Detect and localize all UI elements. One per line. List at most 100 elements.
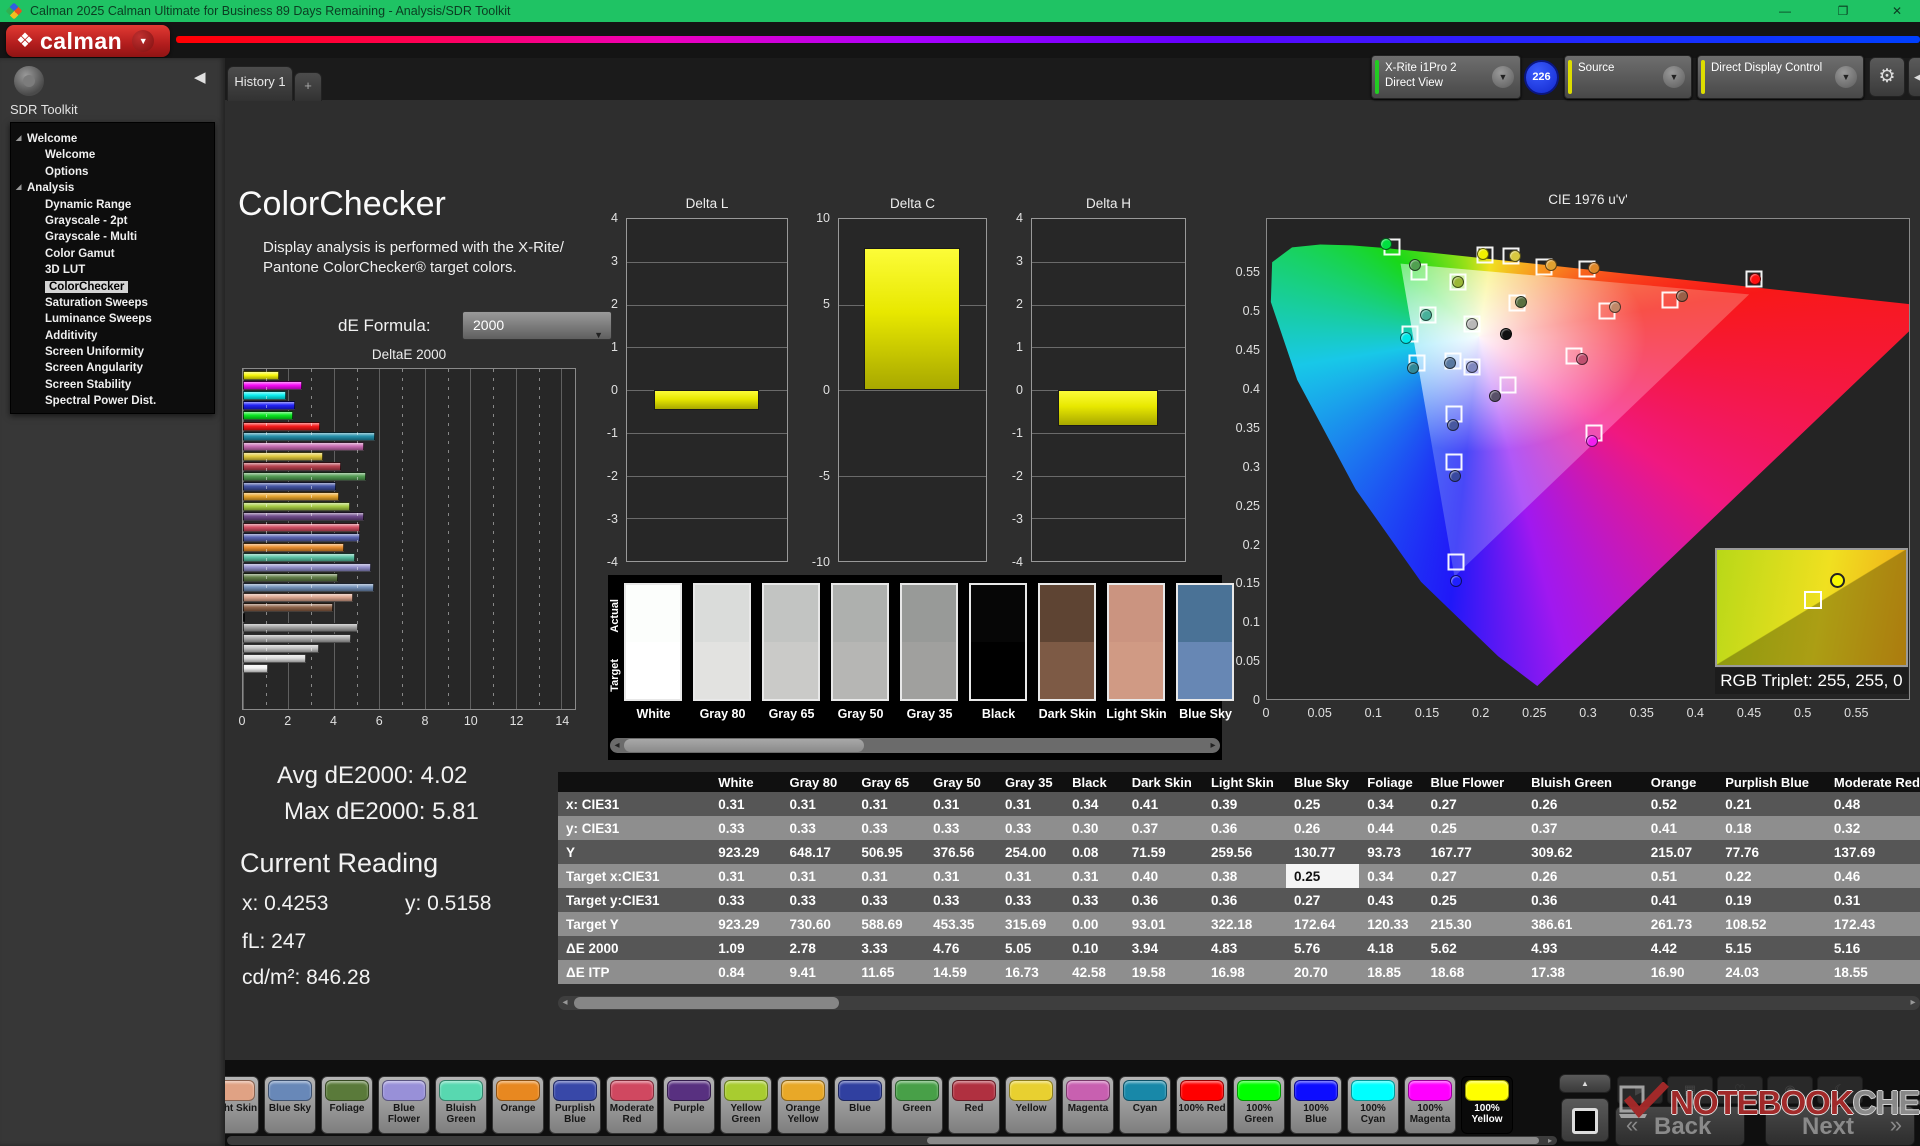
- swatch-black[interactable]: [969, 583, 1027, 701]
- cell-y-gray-35[interactable]: 254.00: [996, 840, 1065, 864]
- swatch-gray-50[interactable]: [831, 583, 889, 701]
- collapse-panel-button[interactable]: ◀: [1908, 57, 1920, 97]
- cell-x-cie31-bluish-green[interactable]: 0.26: [1523, 792, 1643, 816]
- cell-y-cie31-purplish-blue[interactable]: 0.18: [1717, 816, 1826, 840]
- logo-menu-chevron-icon[interactable]: ▼: [132, 30, 155, 52]
- sidebar-item-3d-lut[interactable]: 3D LUT: [11, 262, 214, 278]
- col-header-orange[interactable]: Orange: [1642, 772, 1718, 792]
- swatch-gray-80[interactable]: [693, 583, 751, 701]
- cell-target-x-cie31-gray-35[interactable]: 0.31: [996, 864, 1065, 888]
- swatch-gray-35[interactable]: [900, 583, 958, 701]
- patch-button-purple[interactable]: Purple: [663, 1076, 715, 1134]
- cell-y-bluish-green[interactable]: 309.62: [1523, 840, 1643, 864]
- cell-target-x-cie31-dark-skin[interactable]: 0.40: [1123, 864, 1203, 888]
- col-header-black[interactable]: Black: [1064, 772, 1124, 792]
- cell-target-y-gray-50[interactable]: 453.35: [925, 912, 997, 936]
- cell-e-2000-blue-flower[interactable]: 5.62: [1422, 936, 1524, 960]
- cell-x-cie31-white[interactable]: 0.31: [710, 792, 782, 816]
- cell-y-cie31-gray-65[interactable]: 0.33: [853, 816, 926, 840]
- cell-e-itp-blue-sky[interactable]: 20.70: [1286, 960, 1360, 984]
- sidebar-item-dynamic-range[interactable]: Dynamic Range: [11, 197, 214, 213]
- patch-button-orange-yellow[interactable]: Orange Yellow: [777, 1076, 829, 1134]
- cell-target-y-orange[interactable]: 261.73: [1642, 912, 1718, 936]
- cell-y-dark-skin[interactable]: 71.59: [1123, 840, 1203, 864]
- cell-target-x-cie31-purplish-blue[interactable]: 0.22: [1717, 864, 1826, 888]
- cell-y-cie31-blue-flower[interactable]: 0.25: [1422, 816, 1524, 840]
- cell-e-2000-moderate-red[interactable]: 5.16: [1825, 936, 1920, 960]
- scroll-right-icon[interactable]: ▸: [1543, 1136, 1557, 1145]
- col-header-moderate-red[interactable]: Moderate Red: [1825, 772, 1920, 792]
- cell-e-itp-gray-35[interactable]: 16.73: [996, 960, 1065, 984]
- cell-e-2000-blue-sky[interactable]: 5.76: [1286, 936, 1360, 960]
- cell-e-itp-orange[interactable]: 16.90: [1642, 960, 1718, 984]
- cell-target-x-cie31-moderate-red[interactable]: 0.46: [1825, 864, 1920, 888]
- swatch-scrollbar[interactable]: ◂ ▸: [610, 738, 1220, 753]
- cell-x-cie31-black[interactable]: 0.34: [1064, 792, 1124, 816]
- patch-button-moderate-red[interactable]: Moderate Red: [606, 1076, 658, 1134]
- calman-logo-button[interactable]: ❖ calman ▼: [6, 25, 170, 57]
- cell-y-moderate-red[interactable]: 137.69: [1825, 840, 1920, 864]
- cell-e-2000-orange[interactable]: 4.42: [1642, 936, 1718, 960]
- col-header-purplish-blue[interactable]: Purplish Blue: [1717, 772, 1826, 792]
- stop-measure-button[interactable]: [1561, 1098, 1609, 1142]
- cell-x-cie31-gray-35[interactable]: 0.31: [996, 792, 1065, 816]
- cell-x-cie31-dark-skin[interactable]: 0.41: [1123, 792, 1203, 816]
- meter-dropdown[interactable]: X-Rite i1Pro 2 Direct View ▼: [1371, 55, 1521, 99]
- cell-target-y-black[interactable]: 0.00: [1064, 912, 1124, 936]
- cell-e-2000-gray-50[interactable]: 4.76: [925, 936, 997, 960]
- cell-y-cie31-white[interactable]: 0.33: [710, 816, 782, 840]
- minimize-button[interactable]: —: [1770, 3, 1800, 19]
- cell-x-cie31-light-skin[interactable]: 0.39: [1202, 792, 1287, 816]
- swatch-scrollbar-thumb[interactable]: [624, 739, 864, 752]
- col-header-gray-50[interactable]: Gray 50: [925, 772, 997, 792]
- cell-target-y-bluish-green[interactable]: 386.61: [1523, 912, 1643, 936]
- cell-target-y-cie31-gray-35[interactable]: 0.33: [996, 888, 1065, 912]
- cell-target-x-cie31-light-skin[interactable]: 0.38: [1202, 864, 1287, 888]
- sidebar-item-grayscale-2pt[interactable]: Grayscale - 2pt: [11, 213, 214, 229]
- cell-target-y-cie31-dark-skin[interactable]: 0.36: [1123, 888, 1203, 912]
- patch-button-100-green[interactable]: 100% Green: [1233, 1076, 1285, 1134]
- cell-e-itp-gray-65[interactable]: 11.65: [853, 960, 926, 984]
- cell-y-gray-50[interactable]: 376.56: [925, 840, 997, 864]
- col-header-gray-35[interactable]: Gray 35: [996, 772, 1065, 792]
- patch-button-100-yellow[interactable]: 100% Yellow: [1461, 1076, 1513, 1134]
- patch-button-cyan[interactable]: Cyan: [1119, 1076, 1171, 1134]
- cell-e-itp-gray-80[interactable]: 9.41: [781, 960, 854, 984]
- patch-button-yellow-green[interactable]: Yellow Green: [720, 1076, 772, 1134]
- sidebar-item-grayscale-multi[interactable]: Grayscale - Multi: [11, 229, 214, 245]
- cell-x-cie31-gray-65[interactable]: 0.31: [853, 792, 926, 816]
- col-header-gray-80[interactable]: Gray 80: [781, 772, 854, 792]
- cell-y-cie31-gray-50[interactable]: 0.33: [925, 816, 997, 840]
- cell-target-x-cie31-white[interactable]: 0.31: [710, 864, 782, 888]
- cell-target-y-cie31-black[interactable]: 0.33: [1064, 888, 1124, 912]
- cell-e-itp-blue-flower[interactable]: 18.68: [1422, 960, 1524, 984]
- cell-y-cie31-dark-skin[interactable]: 0.37: [1123, 816, 1203, 840]
- cell-e-2000-white[interactable]: 1.09: [710, 936, 782, 960]
- patch-button-foliage[interactable]: Foliage: [321, 1076, 373, 1134]
- cell-x-cie31-orange[interactable]: 0.52: [1642, 792, 1718, 816]
- cell-y-purplish-blue[interactable]: 77.76: [1717, 840, 1826, 864]
- chevron-down-icon[interactable]: ▼: [1492, 66, 1514, 88]
- cell-target-y-cie31-white[interactable]: 0.33: [710, 888, 782, 912]
- cell-y-cie31-moderate-red[interactable]: 0.32: [1825, 816, 1920, 840]
- cell-target-y-gray-80[interactable]: 730.60: [781, 912, 854, 936]
- patch-button-purplish-blue[interactable]: Purplish Blue: [549, 1076, 601, 1134]
- cell-x-cie31-gray-80[interactable]: 0.31: [781, 792, 854, 816]
- cell-target-x-cie31-gray-50[interactable]: 0.31: [925, 864, 997, 888]
- cell-y-cie31-bluish-green[interactable]: 0.37: [1523, 816, 1643, 840]
- cell-e-itp-black[interactable]: 42.58: [1064, 960, 1124, 984]
- cell-target-y-gray-35[interactable]: 315.69: [996, 912, 1065, 936]
- patch-scrollbar-thumb[interactable]: [927, 1137, 1539, 1144]
- table-scrollbar-thumb[interactable]: [574, 997, 839, 1009]
- col-header-dark-skin[interactable]: Dark Skin: [1123, 772, 1203, 792]
- scroll-left-icon[interactable]: ◂: [558, 996, 572, 1010]
- patch-button-100-blue[interactable]: 100% Blue: [1290, 1076, 1342, 1134]
- col-header-blue-flower[interactable]: Blue Flower: [1422, 772, 1524, 792]
- sidebar-item-screen-stability[interactable]: Screen Stability: [11, 377, 214, 393]
- patch-button-100-red[interactable]: 100% Red: [1176, 1076, 1228, 1134]
- sidebar-item-saturation-sweeps[interactable]: Saturation Sweeps: [11, 295, 214, 311]
- cell-e-2000-purplish-blue[interactable]: 5.15: [1717, 936, 1826, 960]
- sidebar-collapse-icon[interactable]: ◀: [194, 68, 206, 86]
- sidebar-item-welcome[interactable]: ◢ Welcome: [11, 131, 214, 147]
- cell-y-cie31-gray-35[interactable]: 0.33: [996, 816, 1065, 840]
